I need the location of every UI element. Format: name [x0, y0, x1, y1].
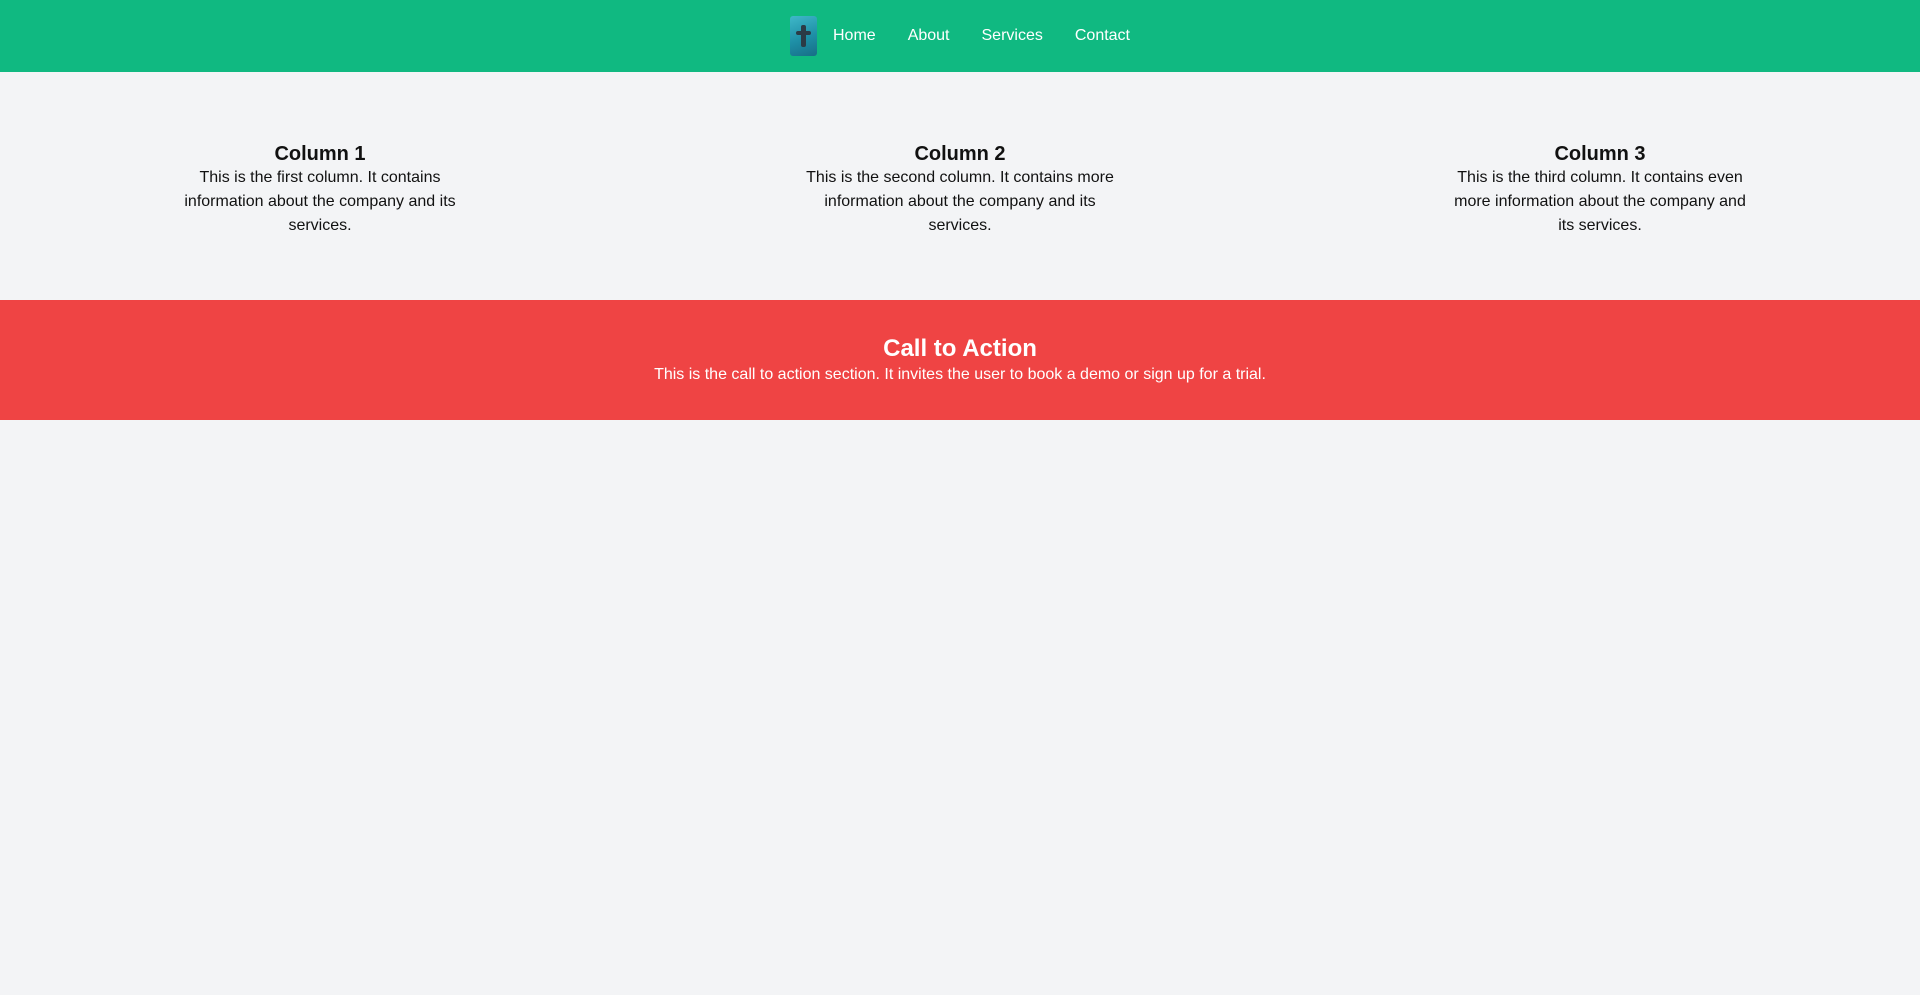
nav-link-services[interactable]: Services [982, 27, 1043, 45]
column-title: Column 1 [274, 143, 366, 165]
column-title: Column 2 [914, 143, 1006, 165]
column-text: This is the third column. It contains ev… [1454, 169, 1746, 234]
column-2: Column 2 This is the second column. It c… [640, 142, 1280, 240]
cta-text: This is the call to action section. It i… [654, 366, 1266, 383]
column-1: Column 1 This is the first column. It co… [0, 142, 640, 240]
nav-link-about[interactable]: About [908, 27, 950, 45]
nav-link-home[interactable]: Home [833, 27, 876, 45]
column-title: Column 3 [1554, 143, 1646, 165]
logo-icon[interactable] [790, 16, 817, 56]
column-text: This is the first column. It contains in… [184, 169, 456, 234]
navbar: Home About Services Contact [0, 0, 1920, 72]
nav-links: Home About Services Contact [833, 27, 1130, 45]
column-3: Column 3 This is the third column. It co… [1280, 142, 1920, 240]
nav-link-contact[interactable]: Contact [1075, 27, 1130, 45]
call-to-action-section: Call to Action This is the call to actio… [0, 300, 1920, 420]
columns-section: Column 1 This is the first column. It co… [0, 72, 1920, 300]
cta-title: Call to Action [883, 335, 1037, 362]
column-text: This is the second column. It contains m… [806, 169, 1114, 234]
